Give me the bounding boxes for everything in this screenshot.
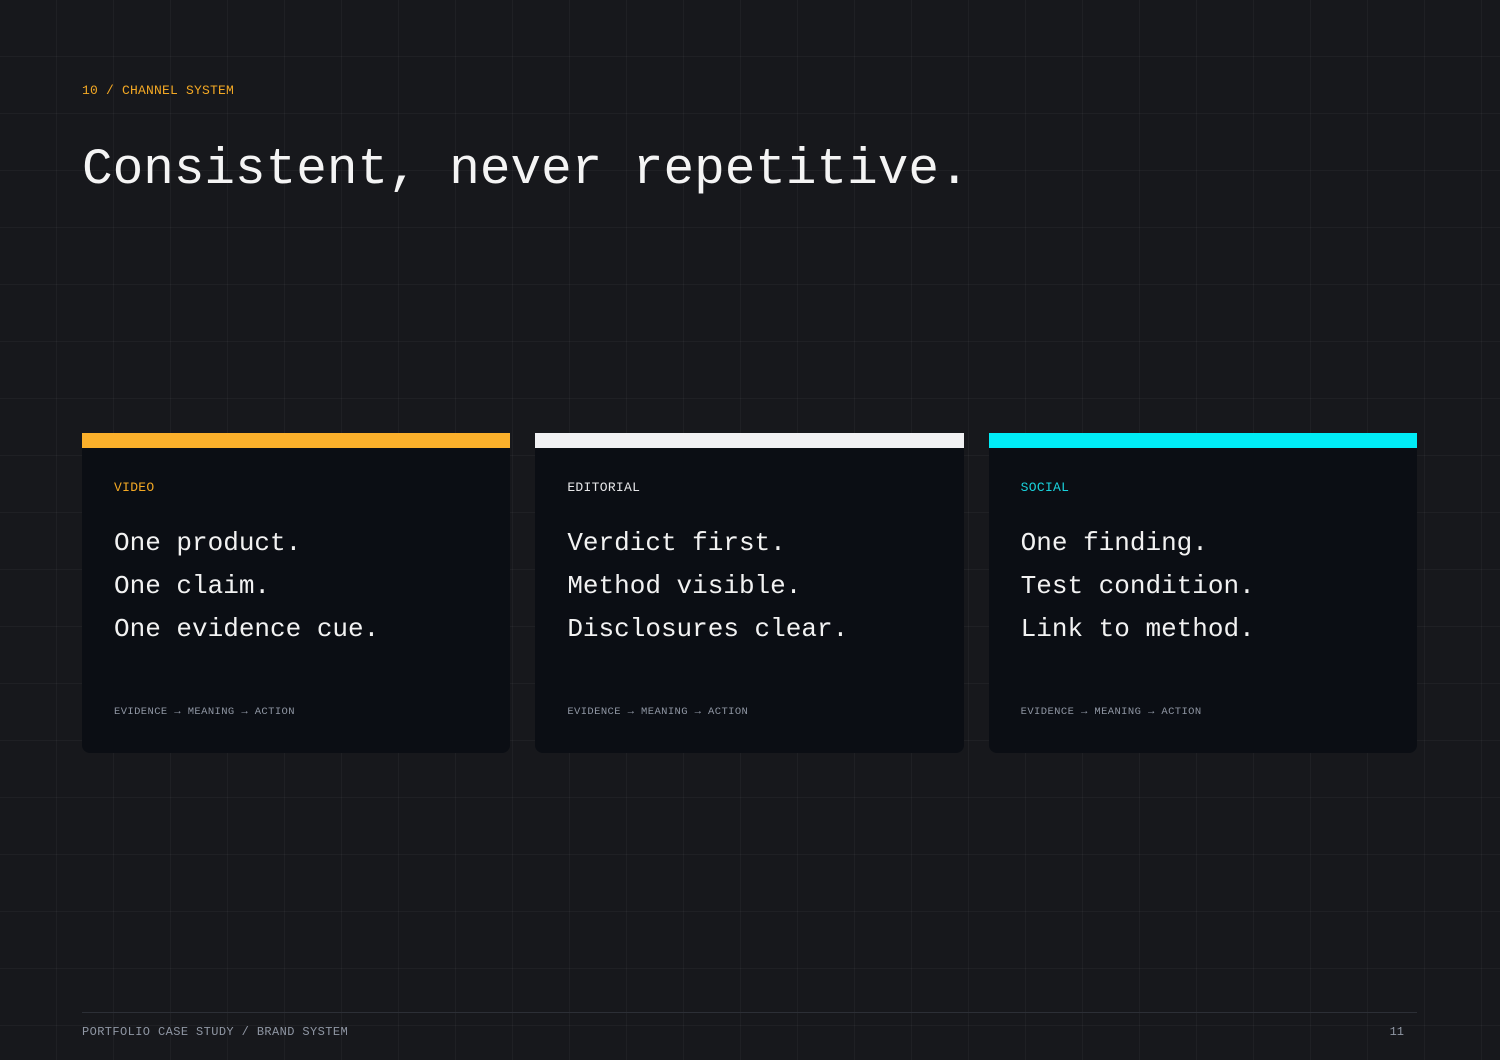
card-editorial: EDITORIAL Verdict first. Method visible.…: [535, 433, 964, 753]
card-line: One claim.: [114, 571, 271, 601]
footer-divider: [82, 1012, 1417, 1013]
card-lines: One product. One claim. One evidence cue…: [114, 522, 379, 651]
channel-cards: VIDEO One product. One claim. One eviden…: [82, 433, 1417, 753]
card-tag: EDITORIAL: [567, 480, 641, 495]
page-title: Consistent, never repetitive.: [82, 142, 970, 199]
card-line: Link to method.: [1020, 614, 1255, 644]
card-accent-bar: [535, 433, 964, 448]
card-line: Disclosures clear.: [567, 614, 849, 644]
card-line: Test condition.: [1020, 571, 1255, 601]
card-accent-bar: [82, 433, 511, 448]
footer-label: PORTFOLIO CASE STUDY / BRAND SYSTEM: [82, 1025, 349, 1039]
card-video: VIDEO One product. One claim. One eviden…: [82, 433, 511, 753]
card-flow: EVIDENCE → MEANING → ACTION: [567, 706, 749, 718]
card-flow: EVIDENCE → MEANING → ACTION: [114, 706, 295, 718]
page-number: 11: [1389, 1025, 1404, 1039]
card-line: One finding.: [1020, 528, 1208, 558]
card-lines: Verdict first. Method visible. Disclosur…: [567, 522, 848, 651]
card-tag: VIDEO: [114, 480, 155, 495]
card-line: One product.: [114, 528, 302, 558]
card-flow: EVIDENCE → MEANING → ACTION: [1020, 706, 1202, 718]
section-eyebrow: 10 / CHANNEL SYSTEM: [82, 83, 235, 98]
card-accent-bar: [988, 433, 1417, 448]
card-line: Method visible.: [567, 571, 802, 601]
card-lines: One finding. Test condition. Link to met…: [1021, 522, 1255, 651]
card-social: SOCIAL One finding. Test condition. Link…: [988, 433, 1417, 753]
card-line: Verdict first.: [567, 528, 786, 558]
card-line: One evidence cue.: [114, 614, 380, 644]
card-tag: SOCIAL: [1020, 480, 1070, 495]
